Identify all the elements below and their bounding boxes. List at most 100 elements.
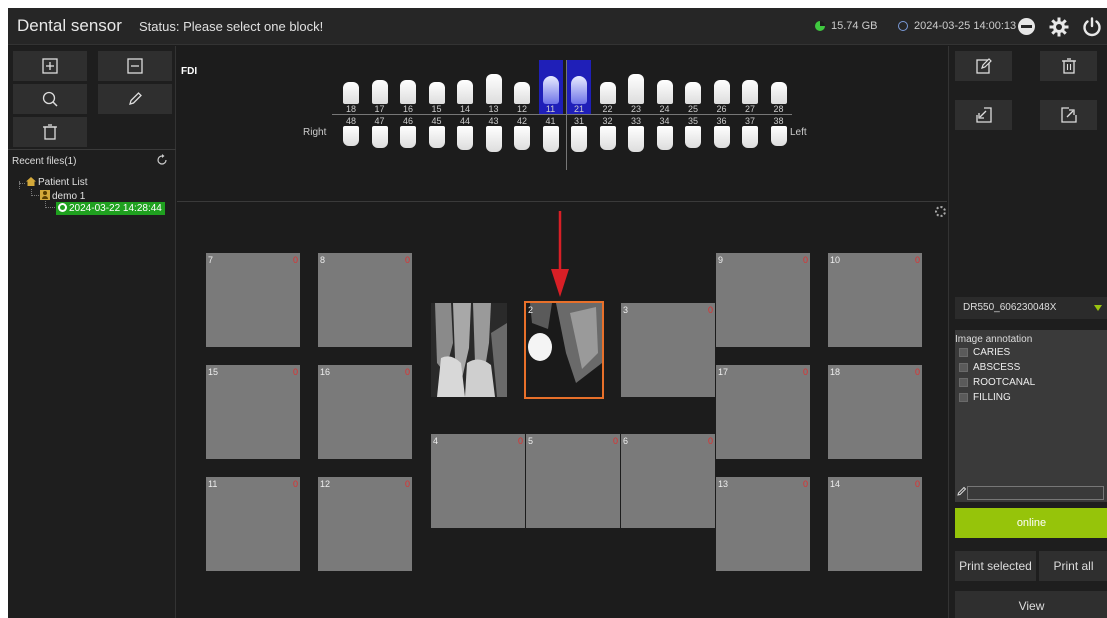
tooth-31[interactable]: 31 (567, 116, 591, 168)
tooth-25[interactable]: 25 (681, 60, 705, 114)
print-all-button[interactable]: Print all (1039, 551, 1107, 581)
tooth-21[interactable]: 21 (567, 60, 591, 114)
tooth-shape (628, 126, 644, 152)
device-select[interactable]: DR550_606230048X (955, 297, 1107, 319)
tree-session-item[interactable]: 2024-03-22 14:28:44 (56, 202, 165, 215)
layout-settings-icon[interactable] (935, 206, 946, 217)
annotation-input[interactable] (967, 486, 1104, 500)
image-slot[interactable]: 16 0 (318, 365, 412, 459)
tooth-45[interactable]: 45 (425, 116, 449, 168)
tooth-37[interactable]: 37 (738, 116, 762, 168)
xray-image (431, 303, 507, 397)
tooth-number: 47 (374, 116, 385, 126)
search-button[interactable] (13, 84, 87, 114)
tooth-47[interactable]: 47 (368, 116, 392, 168)
tooth-number: 42 (516, 116, 527, 126)
trash-image-button[interactable] (1040, 51, 1097, 81)
image-slot[interactable]: 18 0 (828, 365, 922, 459)
annotation-rootcanal[interactable]: ROOTCANAL (959, 377, 1035, 388)
image-slot[interactable]: 60 (621, 434, 715, 528)
remove-button[interactable] (98, 51, 172, 81)
delete-button[interactable] (13, 117, 87, 147)
tooth-11[interactable]: 11 (538, 60, 563, 114)
minimize-button[interactable] (1018, 18, 1035, 35)
tooth-42[interactable]: 42 (510, 116, 534, 168)
tooth-number: 23 (630, 104, 641, 114)
print-selected-button[interactable]: Print selected (955, 551, 1036, 581)
tooth-38[interactable]: 38 (767, 116, 791, 168)
image-slot[interactable]: 15 0 (206, 365, 300, 459)
tooth-12[interactable]: 12 (510, 60, 534, 114)
tooth-35[interactable]: 35 (681, 116, 705, 168)
annotation-abscess[interactable]: ABSCESS (959, 362, 1020, 373)
tooth-shape (770, 82, 787, 104)
image-slot[interactable]: 12 0 (318, 477, 412, 571)
slot-number: 15 (208, 367, 219, 377)
tooth-shape (571, 126, 587, 152)
checkbox[interactable] (959, 378, 968, 387)
annotation-label: ABSCESS (973, 362, 1021, 373)
pencil-icon (957, 486, 967, 496)
tooth-22[interactable]: 22 (596, 60, 620, 114)
tooth-14[interactable]: 14 (453, 60, 477, 114)
tooth-18[interactable]: 18 (339, 60, 363, 114)
annotation-caries[interactable]: CARIES (959, 347, 1010, 358)
edit-image-button[interactable] (955, 51, 1012, 81)
image-slot[interactable]: 40 (431, 434, 525, 528)
session-clock-icon (58, 203, 67, 212)
image-slot[interactable]: 70 (206, 253, 300, 347)
tree-connector (19, 183, 25, 184)
tooth-23[interactable]: 23 (624, 60, 648, 114)
tree-patient-demo[interactable]: demo 1 (40, 190, 85, 202)
tooth-17[interactable]: 17 (368, 60, 392, 114)
refresh-icon[interactable] (156, 154, 168, 166)
tooth-26[interactable]: 26 (710, 60, 734, 114)
import-button[interactable] (955, 100, 1012, 130)
image-slot[interactable]: 50 (526, 434, 620, 528)
tooth-shape (571, 76, 587, 104)
tooth-number: 45 (431, 116, 442, 126)
tooth-33[interactable]: 33 (624, 116, 648, 168)
tooth-16[interactable]: 16 (396, 60, 420, 114)
tooth-shape (514, 126, 530, 150)
view-button[interactable]: View (955, 591, 1107, 618)
image-slot[interactable]: 17 0 (716, 365, 810, 459)
edit-button[interactable] (98, 84, 172, 114)
settings-button[interactable] (1048, 16, 1070, 38)
tooth-32[interactable]: 32 (596, 116, 620, 168)
image-slot[interactable]: 30 (621, 303, 715, 397)
tooth-43[interactable]: 43 (482, 116, 506, 168)
image-slot[interactable]: 11 0 (206, 477, 300, 571)
tree-root-patient-list[interactable]: Patient List (26, 177, 87, 188)
tooth-28[interactable]: 28 (767, 60, 791, 114)
annotation-filling[interactable]: FILLING (959, 392, 1011, 403)
image-slot[interactable]: 10 0 (828, 253, 922, 347)
tooth-13[interactable]: 13 (482, 60, 506, 114)
power-button[interactable] (1081, 16, 1103, 38)
image-slot[interactable]: 14 0 (828, 477, 922, 571)
checkbox[interactable] (959, 348, 968, 357)
export-button[interactable] (1040, 100, 1097, 130)
tooth-34[interactable]: 34 (653, 116, 677, 168)
add-button[interactable] (13, 51, 87, 81)
tooth-15[interactable]: 15 (425, 60, 449, 114)
tooth-24[interactable]: 24 (653, 60, 677, 114)
image-slot[interactable]: 13 0 (716, 477, 810, 571)
tooth-44[interactable]: 44 (453, 116, 477, 168)
tooth-number: 21 (573, 104, 584, 114)
image-slot[interactable]: 80 (318, 253, 412, 347)
slot-number: 14 (830, 479, 841, 489)
tooth-48[interactable]: 48 (339, 116, 363, 168)
tooth-46[interactable]: 46 (396, 116, 420, 168)
tooth-27[interactable]: 27 (738, 60, 762, 114)
tooth-number: 33 (630, 116, 641, 126)
checkbox[interactable] (959, 363, 968, 372)
image-slot[interactable]: 90 (716, 253, 810, 347)
tooth-41[interactable]: 41 (539, 116, 563, 168)
image-slot[interactable]: 2 (524, 301, 604, 399)
image-slot[interactable] (431, 303, 507, 397)
online-button[interactable]: online (955, 508, 1107, 538)
tooth-number: 17 (374, 104, 385, 114)
checkbox[interactable] (959, 393, 968, 402)
tooth-36[interactable]: 36 (710, 116, 734, 168)
